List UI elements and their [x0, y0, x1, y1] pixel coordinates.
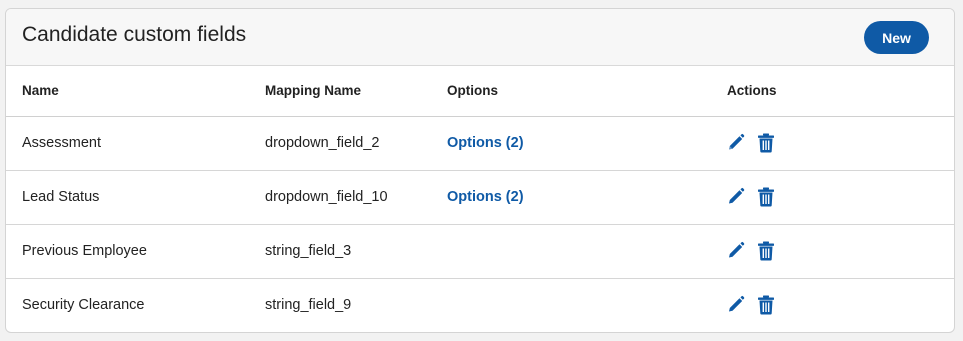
- card-header: Candidate custom fields New: [6, 9, 954, 66]
- custom-fields-card: Candidate custom fields New Name Mapping…: [5, 8, 955, 333]
- row-actions: [727, 295, 954, 315]
- options-link[interactable]: Options (2): [447, 135, 524, 151]
- column-header-name: Name: [22, 83, 59, 99]
- row-actions: [727, 241, 954, 261]
- field-mapping-name: dropdown_field_2: [265, 135, 380, 151]
- custom-fields-table: Name Mapping Name Options Actions Assess…: [6, 66, 954, 332]
- pencil-icon[interactable]: [727, 295, 745, 315]
- table-row: Security Clearance string_field_9: [6, 278, 954, 332]
- field-name: Previous Employee: [22, 243, 147, 259]
- new-field-button[interactable]: New: [864, 21, 929, 54]
- options-link[interactable]: Options (2): [447, 189, 524, 205]
- page-title: Candidate custom fields: [22, 23, 247, 46]
- column-header-actions: Actions: [727, 83, 777, 99]
- table-row: Previous Employee string_field_3: [6, 224, 954, 278]
- field-name: Lead Status: [22, 189, 100, 205]
- table-header-row: Name Mapping Name Options Actions: [6, 66, 954, 116]
- table-row: Lead Status dropdown_field_10 Options (2…: [6, 170, 954, 224]
- pencil-icon[interactable]: [727, 133, 745, 153]
- row-actions: [727, 133, 954, 153]
- field-mapping-name: string_field_9: [265, 297, 352, 314]
- pencil-icon[interactable]: [727, 187, 745, 207]
- trash-icon[interactable]: [757, 133, 775, 153]
- trash-icon[interactable]: [757, 295, 775, 315]
- trash-icon[interactable]: [757, 187, 775, 207]
- pencil-icon[interactable]: [727, 241, 745, 261]
- field-mapping-name: dropdown_field_10: [265, 189, 388, 205]
- field-name: Security Clearance: [22, 297, 145, 314]
- field-name: Assessment: [22, 135, 101, 151]
- trash-icon[interactable]: [757, 241, 775, 261]
- column-header-mapping-name: Mapping Name: [265, 83, 362, 99]
- column-header-options: Options: [447, 83, 498, 99]
- field-mapping-name: string_field_3: [265, 243, 352, 259]
- table-row: Assessment dropdown_field_2 Options (2): [6, 116, 954, 170]
- row-actions: [727, 187, 954, 207]
